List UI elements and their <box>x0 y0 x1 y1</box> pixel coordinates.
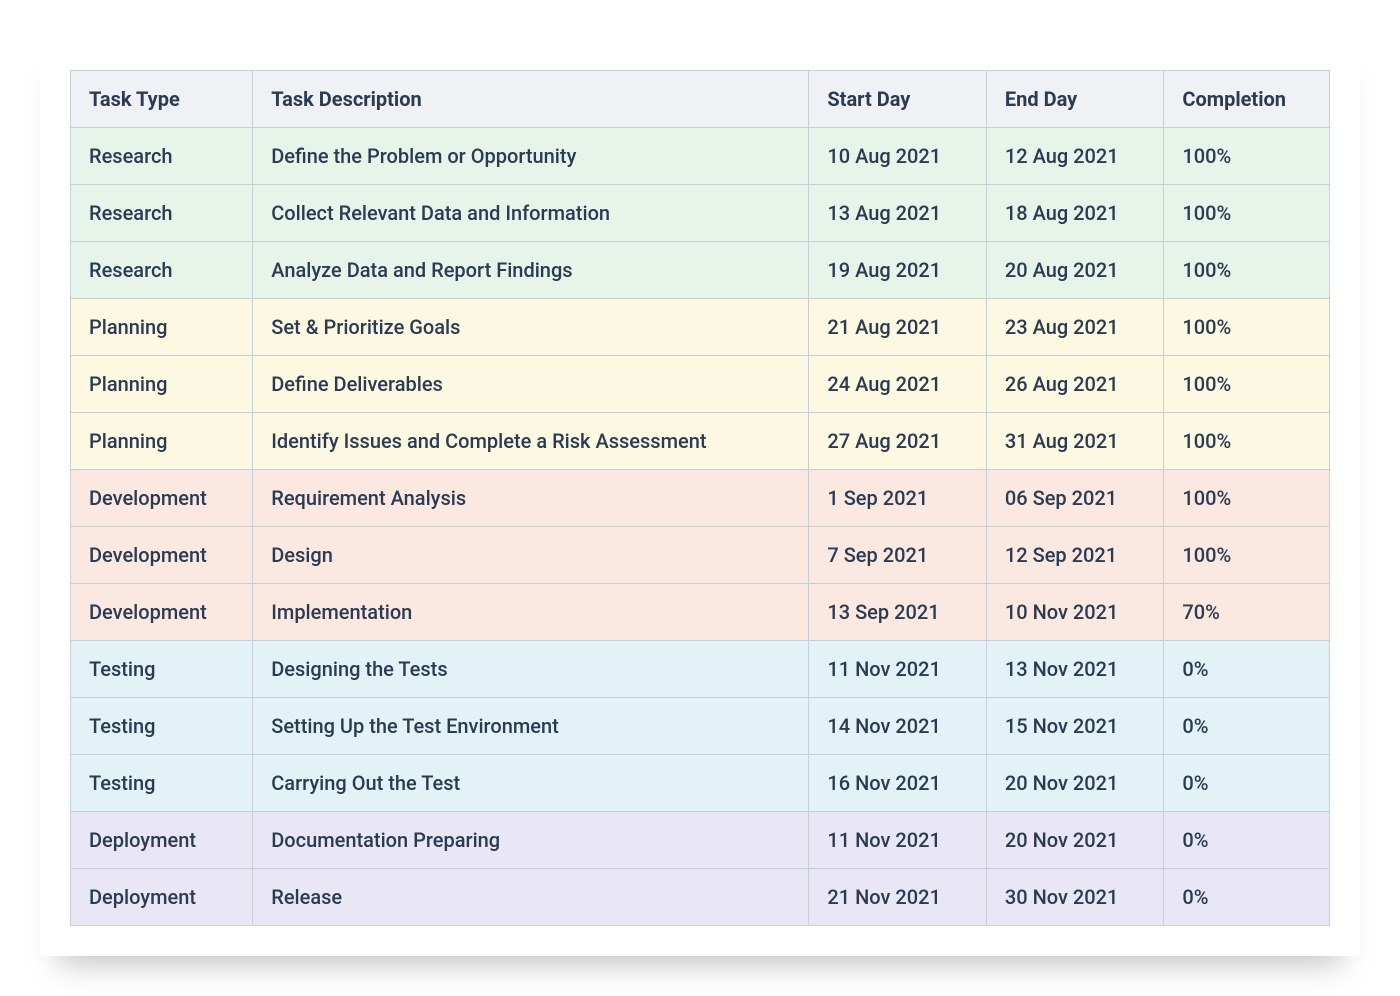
cell-start-day: 13 Sep 2021 <box>809 584 987 641</box>
cell-start-day: 1 Sep 2021 <box>809 470 987 527</box>
cell-task-description: Carrying Out the Test <box>253 755 809 812</box>
cell-end-day: 30 Nov 2021 <box>986 869 1164 926</box>
cell-start-day: 10 Aug 2021 <box>809 128 987 185</box>
table-body: ResearchDefine the Problem or Opportunit… <box>71 128 1330 926</box>
table-row: TestingDesigning the Tests11 Nov 202113 … <box>71 641 1330 698</box>
col-end-day: End Day <box>986 71 1164 128</box>
col-task-type: Task Type <box>71 71 253 128</box>
cell-start-day: 27 Aug 2021 <box>809 413 987 470</box>
cell-task-description: Set & Prioritize Goals <box>253 299 809 356</box>
cell-end-day: 18 Aug 2021 <box>986 185 1164 242</box>
cell-task-description: Analyze Data and Report Findings <box>253 242 809 299</box>
cell-task-description: Collect Relevant Data and Information <box>253 185 809 242</box>
cell-task-type: Research <box>71 128 253 185</box>
cell-start-day: 16 Nov 2021 <box>809 755 987 812</box>
col-completion: Completion <box>1164 71 1330 128</box>
cell-completion: 100% <box>1164 128 1330 185</box>
cell-completion: 100% <box>1164 527 1330 584</box>
cell-task-type: Development <box>71 584 253 641</box>
table-row: PlanningDefine Deliverables24 Aug 202126… <box>71 356 1330 413</box>
cell-end-day: 13 Nov 2021 <box>986 641 1164 698</box>
cell-start-day: 14 Nov 2021 <box>809 698 987 755</box>
cell-start-day: 11 Nov 2021 <box>809 812 987 869</box>
cell-task-type: Planning <box>71 299 253 356</box>
cell-task-type: Research <box>71 185 253 242</box>
cell-task-type: Development <box>71 527 253 584</box>
col-start-day: Start Day <box>809 71 987 128</box>
cell-start-day: 24 Aug 2021 <box>809 356 987 413</box>
cell-completion: 70% <box>1164 584 1330 641</box>
cell-completion: 0% <box>1164 755 1330 812</box>
cell-completion: 100% <box>1164 413 1330 470</box>
cell-task-description: Define the Problem or Opportunity <box>253 128 809 185</box>
cell-task-type: Research <box>71 242 253 299</box>
cell-end-day: 20 Aug 2021 <box>986 242 1164 299</box>
cell-completion: 0% <box>1164 698 1330 755</box>
cell-end-day: 12 Aug 2021 <box>986 128 1164 185</box>
cell-task-type: Development <box>71 470 253 527</box>
table-row: DevelopmentRequirement Analysis1 Sep 202… <box>71 470 1330 527</box>
cell-completion: 100% <box>1164 356 1330 413</box>
cell-start-day: 7 Sep 2021 <box>809 527 987 584</box>
cell-task-description: Setting Up the Test Environment <box>253 698 809 755</box>
table-row: TestingSetting Up the Test Environment14… <box>71 698 1330 755</box>
cell-start-day: 21 Nov 2021 <box>809 869 987 926</box>
cell-end-day: 23 Aug 2021 <box>986 299 1164 356</box>
cell-end-day: 06 Sep 2021 <box>986 470 1164 527</box>
cell-completion: 100% <box>1164 299 1330 356</box>
cell-end-day: 10 Nov 2021 <box>986 584 1164 641</box>
cell-end-day: 20 Nov 2021 <box>986 812 1164 869</box>
col-task-description: Task Description <box>253 71 809 128</box>
cell-end-day: 20 Nov 2021 <box>986 755 1164 812</box>
cell-task-description: Documentation Preparing <box>253 812 809 869</box>
table-header: Task Type Task Description Start Day End… <box>71 71 1330 128</box>
cell-end-day: 12 Sep 2021 <box>986 527 1164 584</box>
cell-end-day: 26 Aug 2021 <box>986 356 1164 413</box>
cell-end-day: 15 Nov 2021 <box>986 698 1164 755</box>
table-row: DevelopmentDesign7 Sep 202112 Sep 202110… <box>71 527 1330 584</box>
task-table: Task Type Task Description Start Day End… <box>70 70 1330 926</box>
cell-start-day: 13 Aug 2021 <box>809 185 987 242</box>
cell-start-day: 19 Aug 2021 <box>809 242 987 299</box>
table-row: ResearchDefine the Problem or Opportunit… <box>71 128 1330 185</box>
cell-start-day: 11 Nov 2021 <box>809 641 987 698</box>
cell-completion: 100% <box>1164 185 1330 242</box>
table-header-row: Task Type Task Description Start Day End… <box>71 71 1330 128</box>
cell-task-type: Deployment <box>71 869 253 926</box>
cell-task-description: Implementation <box>253 584 809 641</box>
cell-task-description: Define Deliverables <box>253 356 809 413</box>
table-row: PlanningIdentify Issues and Complete a R… <box>71 413 1330 470</box>
table-row: ResearchAnalyze Data and Report Findings… <box>71 242 1330 299</box>
table-row: TestingCarrying Out the Test16 Nov 20212… <box>71 755 1330 812</box>
cell-task-description: Design <box>253 527 809 584</box>
cell-task-type: Planning <box>71 413 253 470</box>
cell-completion: 0% <box>1164 812 1330 869</box>
cell-completion: 0% <box>1164 869 1330 926</box>
table-row: PlanningSet & Prioritize Goals21 Aug 202… <box>71 299 1330 356</box>
cell-task-type: Testing <box>71 641 253 698</box>
cell-completion: 0% <box>1164 641 1330 698</box>
cell-task-type: Deployment <box>71 812 253 869</box>
cell-task-description: Release <box>253 869 809 926</box>
cell-task-type: Testing <box>71 698 253 755</box>
cell-task-description: Identify Issues and Complete a Risk Asse… <box>253 413 809 470</box>
cell-completion: 100% <box>1164 242 1330 299</box>
cell-task-description: Designing the Tests <box>253 641 809 698</box>
cell-completion: 100% <box>1164 470 1330 527</box>
cell-task-description: Requirement Analysis <box>253 470 809 527</box>
cell-end-day: 31 Aug 2021 <box>986 413 1164 470</box>
table-row: DevelopmentImplementation13 Sep 202110 N… <box>71 584 1330 641</box>
table-row: ResearchCollect Relevant Data and Inform… <box>71 185 1330 242</box>
task-table-card: Task Type Task Description Start Day End… <box>40 40 1360 956</box>
cell-task-type: Testing <box>71 755 253 812</box>
table-row: DeploymentDocumentation Preparing11 Nov … <box>71 812 1330 869</box>
cell-start-day: 21 Aug 2021 <box>809 299 987 356</box>
cell-task-type: Planning <box>71 356 253 413</box>
table-row: DeploymentRelease21 Nov 202130 Nov 20210… <box>71 869 1330 926</box>
